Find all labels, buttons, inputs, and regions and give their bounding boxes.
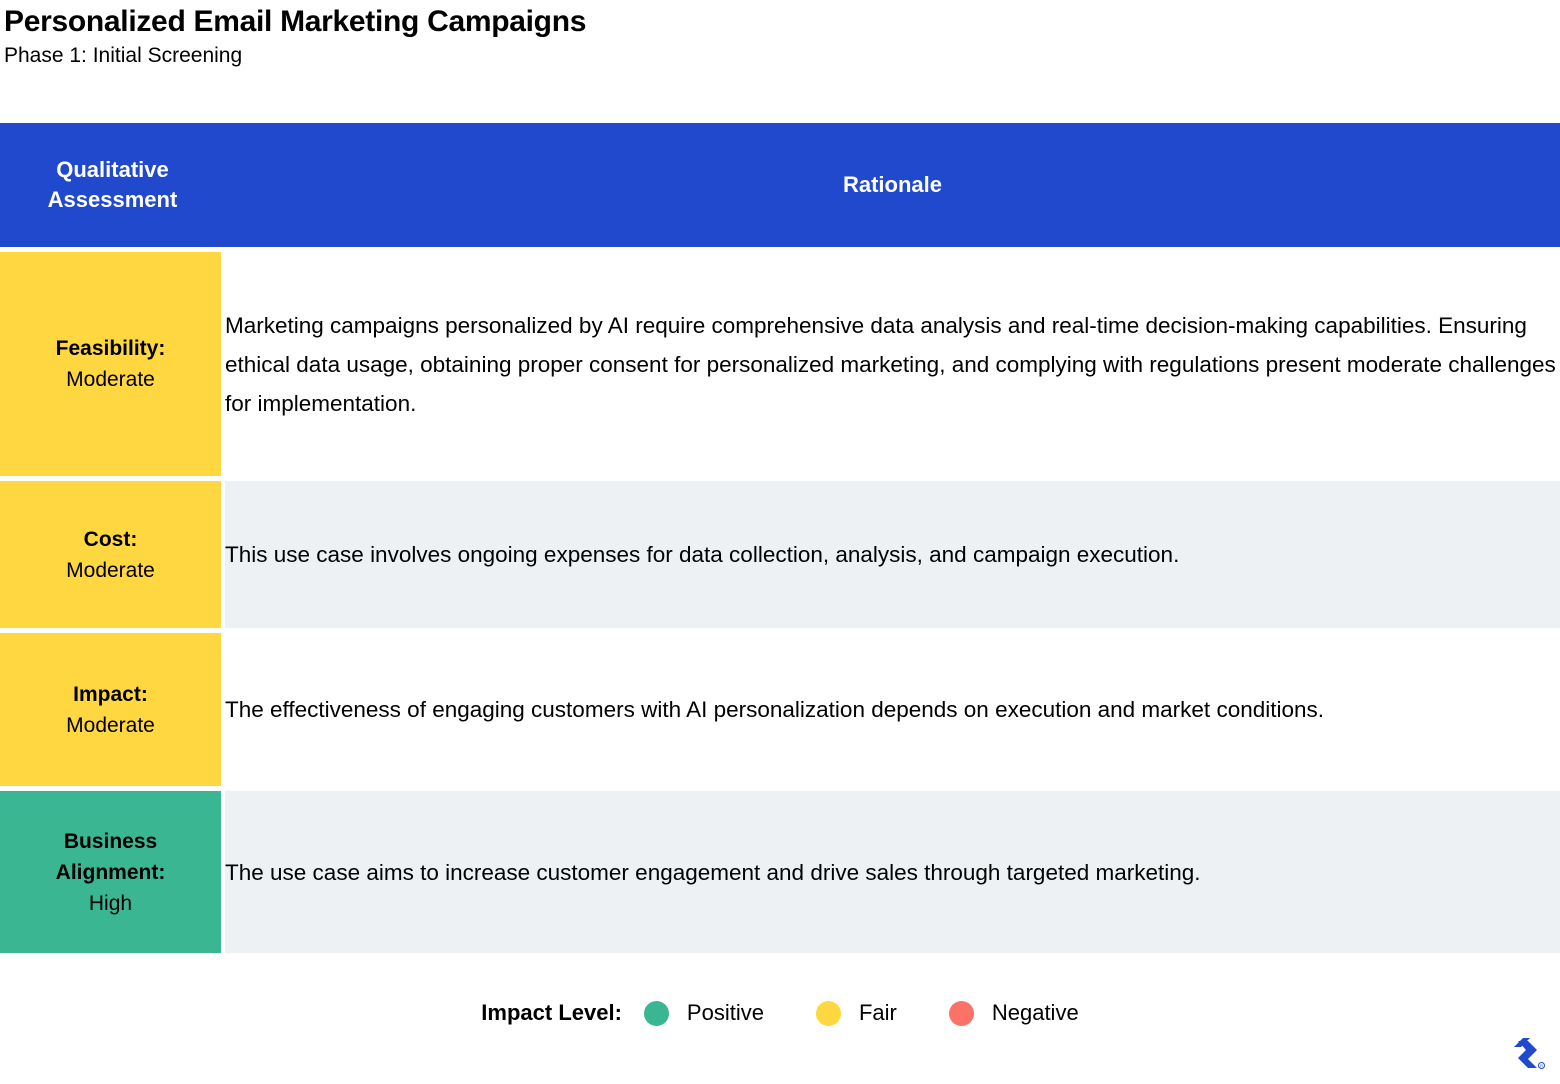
table-body: Feasibility: Moderate Marketing campaign… <box>0 247 1560 953</box>
page-title: Personalized Email Marketing Campaigns <box>4 5 587 38</box>
assessment-label-key: Impact: <box>73 682 148 706</box>
assessment-label-value: Moderate <box>66 368 155 391</box>
column-header-line1: Qualitative <box>56 157 169 182</box>
assessment-label-key-line1: Business <box>63 829 158 853</box>
rationale-cell-cost: This use case involves ongoing expenses … <box>225 476 1560 628</box>
legend-item-positive: Positive <box>643 1000 764 1026</box>
column-header-qualitative-assessment: Qualitative Assessment <box>0 123 225 247</box>
assessment-label-value: Moderate <box>66 713 155 737</box>
legend-dot-fair-icon <box>815 1000 841 1026</box>
column-header-rationale: Rationale <box>225 123 1560 247</box>
table-row: Feasibility: Moderate Marketing campaign… <box>0 247 1560 476</box>
assessment-label-impact: Impact: Moderate <box>0 628 225 786</box>
rationale-cell-business-alignment: The use case aims to increase customer e… <box>225 786 1560 953</box>
table-head: Qualitative Assessment Rationale <box>0 123 1560 247</box>
legend-title: Impact Level: <box>481 1000 622 1025</box>
toptal-logo-icon: R <box>1514 1038 1545 1069</box>
legend-dot-negative-icon <box>948 1000 974 1026</box>
table-row: Cost: Moderate This use case involves on… <box>0 476 1560 628</box>
assessment-label-value: High <box>88 891 133 915</box>
page-subtitle: Phase 1: Initial Screening <box>4 44 243 67</box>
assessment-label-key-line2: Alignment: <box>55 860 166 884</box>
table-row: Business Alignment: High The use case ai… <box>0 786 1560 953</box>
assessment-label-cost: Cost: Moderate <box>0 476 225 628</box>
assessment-label-key: Feasibility: <box>55 337 166 360</box>
rationale-cell-feasibility: Marketing campaigns personalized by AI r… <box>225 247 1560 476</box>
legend-label-fair: Fair <box>858 1000 897 1025</box>
assessment-table: Qualitative Assessment Rationale Feasibi… <box>0 123 1560 953</box>
assessment-label-business-alignment: Business Alignment: High <box>0 786 225 953</box>
legend-dot-positive-icon <box>643 1000 669 1026</box>
table-row: Impact: Moderate The effectiveness of en… <box>0 628 1560 786</box>
legend-label-negative: Negative <box>991 1000 1079 1025</box>
assessment-label-key: Cost: <box>83 527 138 551</box>
impact-level-legend: Impact Level: Positive Fair Negative <box>0 1000 1560 1026</box>
rationale-cell-impact: The effectiveness of engaging customers … <box>225 628 1560 786</box>
assessment-label-feasibility: Feasibility: Moderate <box>0 247 225 476</box>
svg-text:R: R <box>1540 1063 1543 1068</box>
legend-item-negative: Negative <box>948 1000 1079 1026</box>
legend-label-positive: Positive <box>686 1000 764 1025</box>
table-header-row: Qualitative Assessment Rationale <box>0 123 1560 247</box>
page-header: Personalized Email Marketing Campaigns P… <box>0 0 1560 70</box>
legend-item-fair: Fair <box>815 1000 897 1026</box>
column-header-line2: Assessment <box>47 187 178 212</box>
assessment-label-value: Moderate <box>66 558 155 582</box>
